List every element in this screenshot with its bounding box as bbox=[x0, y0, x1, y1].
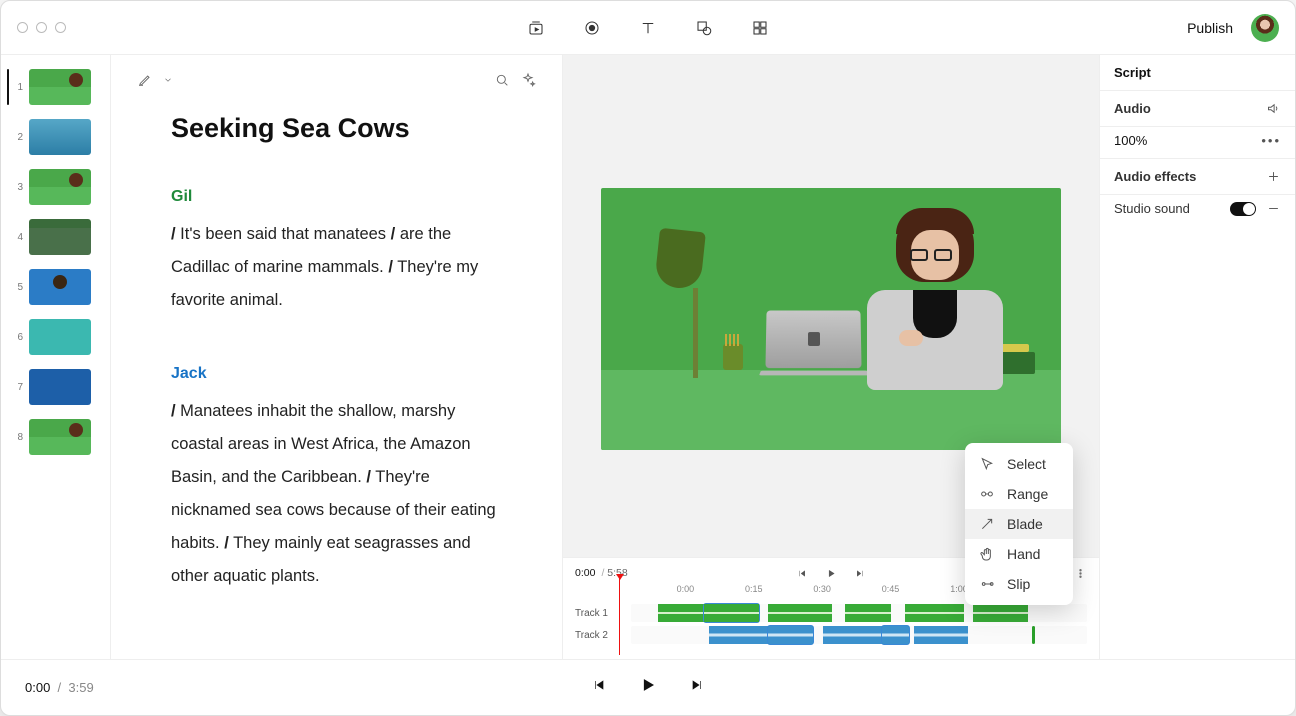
range-icon bbox=[979, 486, 995, 502]
plus-icon[interactable] bbox=[1266, 169, 1281, 184]
audio-level-row[interactable]: 100% ••• bbox=[1100, 127, 1295, 159]
script-paragraph[interactable]: / It's been said that manatees / are the… bbox=[171, 218, 502, 317]
main-area: 1 2 3 4 5 6 7 8 Seeking Sea Cows Gil / bbox=[1, 55, 1295, 659]
preview-panel: Select Range Blade Hand Slip bbox=[563, 55, 1099, 659]
shape-tool-icon[interactable] bbox=[695, 19, 713, 37]
scene-thumb-5[interactable]: 5 bbox=[7, 269, 104, 305]
speaker-icon[interactable] bbox=[1266, 101, 1281, 116]
script-toolbar bbox=[111, 55, 562, 105]
speaker-label: Gil bbox=[171, 188, 502, 206]
panel-audio-header: Audio bbox=[1100, 91, 1295, 127]
timeline-duration: 5:58 bbox=[607, 567, 627, 579]
play-mini-icon[interactable] bbox=[826, 568, 837, 579]
chevron-down-icon[interactable] bbox=[163, 75, 173, 85]
menu-item-range[interactable]: Range bbox=[965, 479, 1073, 509]
studio-sound-toggle[interactable] bbox=[1230, 202, 1256, 216]
script-block-2: Jack / Manatees inhabit the shallow, mar… bbox=[171, 365, 502, 593]
script-panel: Seeking Sea Cows Gil / It's been said th… bbox=[111, 55, 563, 659]
scene-thumb-8[interactable]: 8 bbox=[7, 419, 104, 455]
search-icon[interactable] bbox=[494, 72, 510, 88]
cursor-icon bbox=[979, 456, 995, 472]
prev-frame-icon[interactable] bbox=[797, 568, 808, 579]
timeline-track-1[interactable]: Track 1 bbox=[575, 602, 1087, 624]
titlebar: Publish bbox=[1, 1, 1295, 55]
media-bin-icon[interactable] bbox=[527, 19, 545, 37]
menu-item-blade[interactable]: Blade bbox=[965, 509, 1073, 539]
scene-thumb-4[interactable]: 4 bbox=[7, 219, 104, 255]
minus-icon[interactable] bbox=[1266, 201, 1281, 216]
window-controls[interactable] bbox=[17, 22, 66, 33]
hand-icon bbox=[979, 546, 995, 562]
script-paragraph[interactable]: / Manatees inhabit the shallow, marshy c… bbox=[171, 395, 502, 593]
close-dot[interactable] bbox=[17, 22, 28, 33]
play-button[interactable] bbox=[639, 676, 657, 699]
script-block-1: Gil / It's been said that manatees / are… bbox=[171, 188, 502, 317]
audio-effects-header: Audio effects bbox=[1100, 159, 1295, 195]
panel-script-header[interactable]: Script bbox=[1100, 55, 1295, 91]
menu-item-hand[interactable]: Hand bbox=[965, 539, 1073, 569]
minimize-dot[interactable] bbox=[36, 22, 47, 33]
timeline-track-2[interactable]: Track 2 bbox=[575, 624, 1087, 646]
user-avatar[interactable] bbox=[1251, 14, 1279, 42]
skip-forward-button[interactable] bbox=[689, 677, 705, 698]
skip-back-button[interactable] bbox=[591, 677, 607, 698]
menu-item-slip[interactable]: Slip bbox=[965, 569, 1073, 599]
playhead[interactable] bbox=[619, 578, 620, 655]
video-canvas[interactable] bbox=[601, 188, 1061, 450]
script-title: Seeking Sea Cows bbox=[171, 113, 502, 144]
scene-thumb-1[interactable]: 1 bbox=[7, 69, 104, 105]
more-icon[interactable] bbox=[1074, 567, 1087, 580]
more-dots-icon[interactable]: ••• bbox=[1261, 133, 1281, 148]
app-window: Publish 1 2 3 4 5 6 7 8 Seeki bbox=[0, 0, 1296, 716]
ai-sparkle-icon[interactable] bbox=[520, 72, 536, 88]
playback-time: 0:00 / 3:59 bbox=[25, 680, 94, 695]
tool-context-menu: Select Range Blade Hand Slip bbox=[965, 443, 1073, 605]
zoom-dot[interactable] bbox=[55, 22, 66, 33]
properties-panel: Script Audio 100% ••• Audio effects Stud… bbox=[1099, 55, 1295, 659]
templates-icon[interactable] bbox=[751, 19, 769, 37]
mode-toolbar bbox=[527, 19, 769, 37]
publish-button[interactable]: Publish bbox=[1187, 20, 1233, 36]
playback-bar: 0:00 / 3:59 bbox=[1, 659, 1295, 715]
scene-thumb-3[interactable]: 3 bbox=[7, 169, 104, 205]
next-frame-icon[interactable] bbox=[855, 568, 866, 579]
pen-edit-icon[interactable] bbox=[137, 72, 153, 88]
record-icon[interactable] bbox=[583, 19, 601, 37]
scenes-panel: 1 2 3 4 5 6 7 8 bbox=[1, 55, 111, 659]
scene-thumb-2[interactable]: 2 bbox=[7, 119, 104, 155]
timeline-current: 0:00 bbox=[575, 567, 595, 579]
studio-sound-row: Studio sound bbox=[1100, 195, 1295, 226]
slip-icon bbox=[979, 576, 995, 592]
speaker-label: Jack bbox=[171, 365, 502, 383]
text-tool-icon[interactable] bbox=[639, 19, 657, 37]
blade-icon bbox=[979, 516, 995, 532]
scene-thumb-7[interactable]: 7 bbox=[7, 369, 104, 405]
script-body[interactable]: Seeking Sea Cows Gil / It's been said th… bbox=[111, 105, 562, 659]
scene-thumb-6[interactable]: 6 bbox=[7, 319, 104, 355]
menu-item-select[interactable]: Select bbox=[965, 449, 1073, 479]
